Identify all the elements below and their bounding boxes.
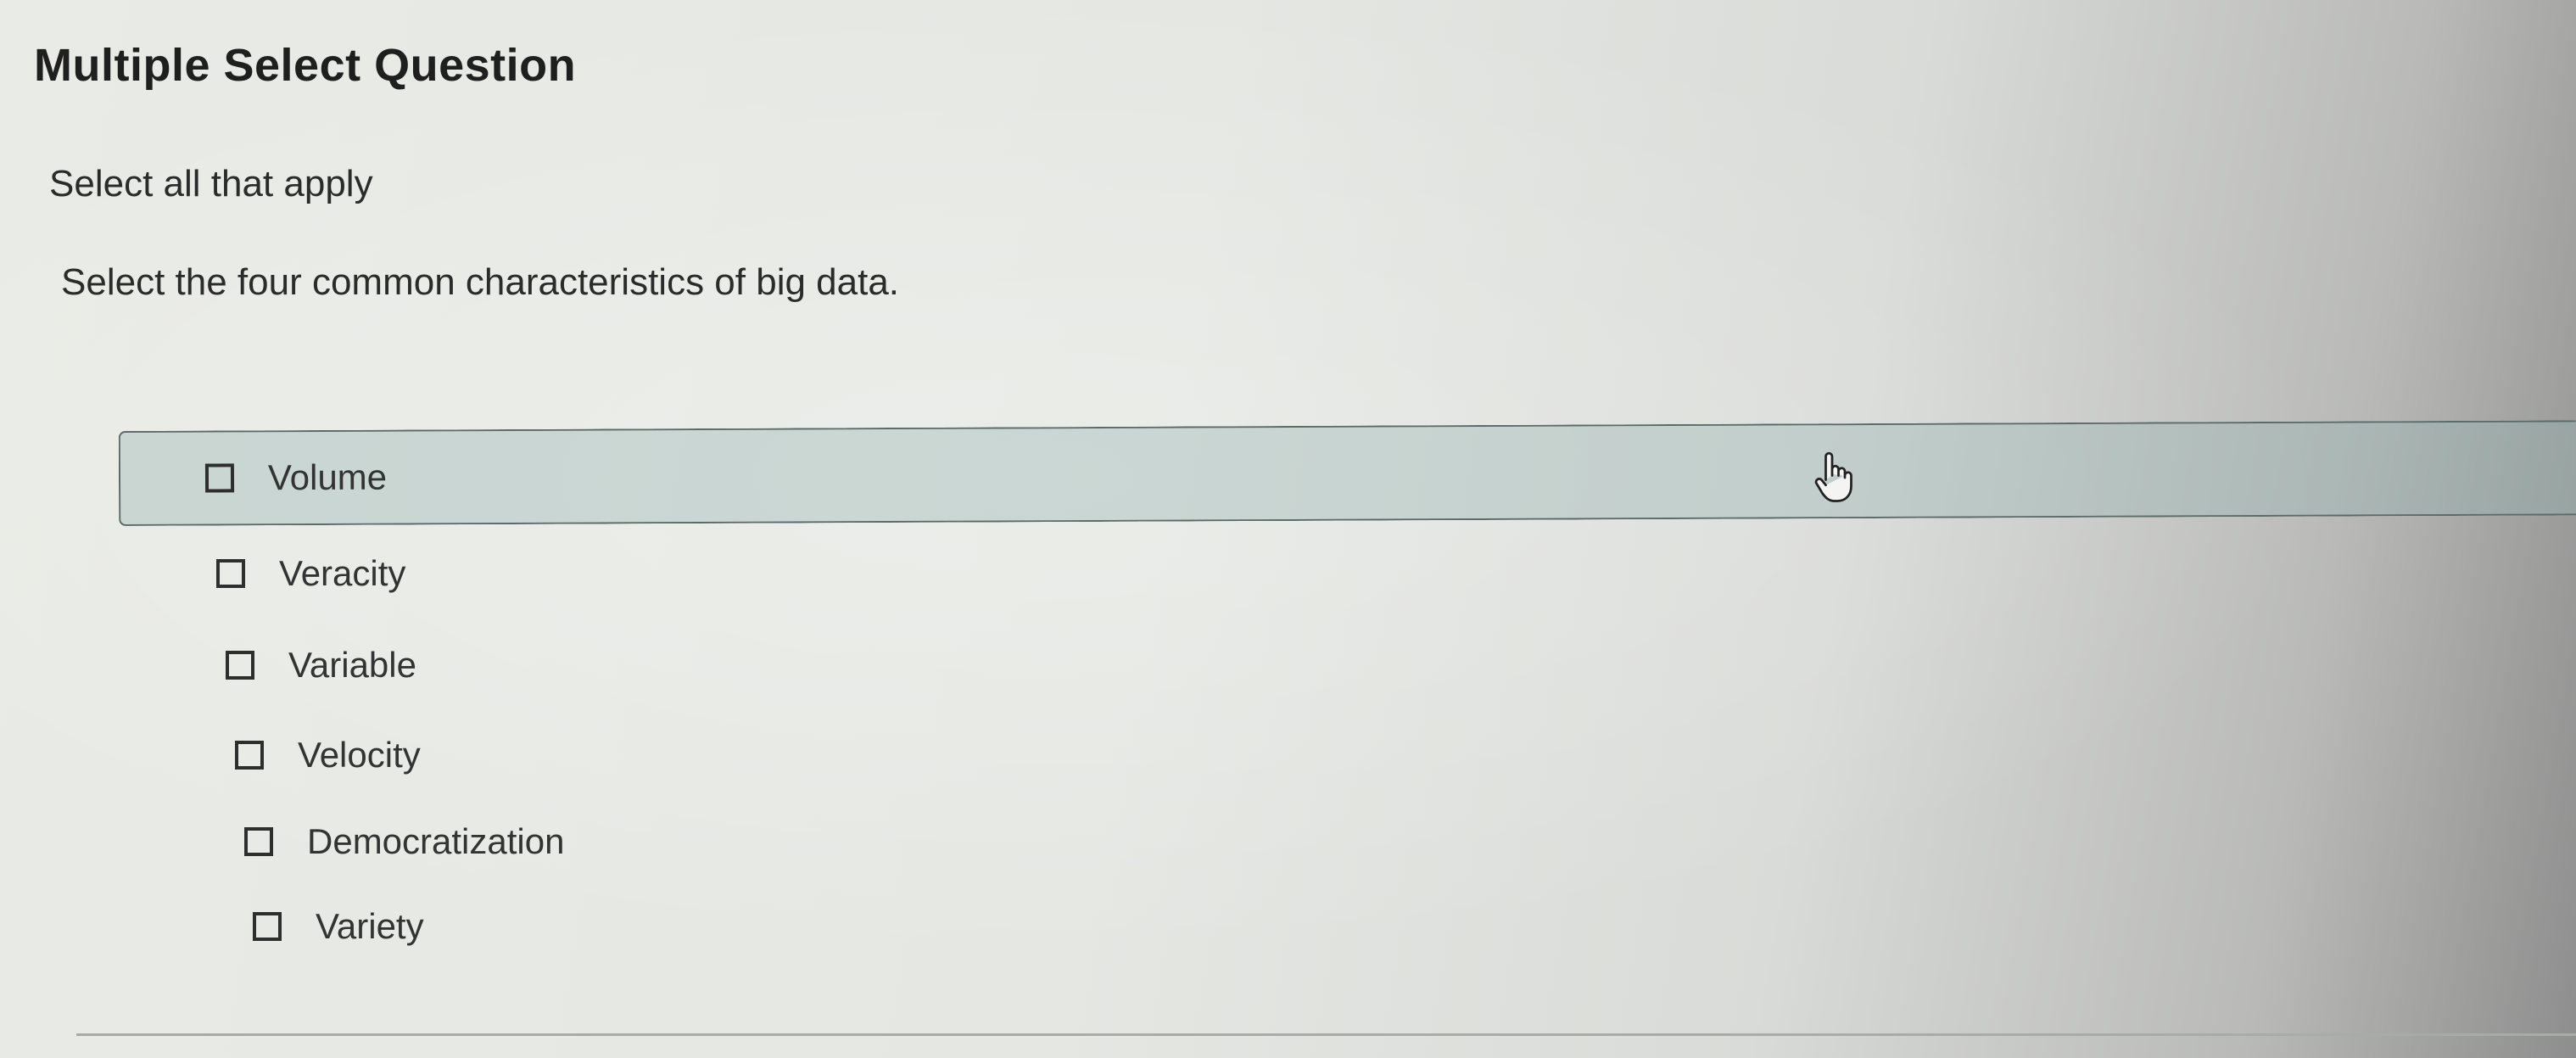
checkbox-icon[interactable] xyxy=(244,827,273,856)
answer-options: Volume Veracity Variable Velocity Democr… xyxy=(0,0,2576,1058)
checkbox-icon[interactable] xyxy=(226,651,254,680)
option-volume[interactable]: Volume xyxy=(118,420,2576,526)
option-label: Volume xyxy=(267,456,388,498)
option-label: Velocity xyxy=(298,735,421,775)
hand-pointer-icon xyxy=(1814,451,1852,502)
option-democratization[interactable]: Democratization xyxy=(244,821,564,862)
option-velocity[interactable]: Velocity xyxy=(235,735,421,775)
option-variable[interactable]: Variable xyxy=(226,645,416,686)
option-veracity[interactable]: Veracity xyxy=(216,553,405,594)
option-variety[interactable]: Variety xyxy=(253,906,424,947)
checkbox-icon[interactable] xyxy=(216,559,245,588)
checkbox-icon[interactable] xyxy=(235,741,264,770)
option-label: Variable xyxy=(288,645,416,685)
checkbox-icon[interactable] xyxy=(204,463,235,493)
option-label: Veracity xyxy=(279,553,406,593)
bottom-divider xyxy=(76,1033,2576,1036)
checkbox-icon[interactable] xyxy=(253,912,282,941)
option-label: Democratization xyxy=(307,821,565,861)
option-label: Variety xyxy=(316,906,424,946)
